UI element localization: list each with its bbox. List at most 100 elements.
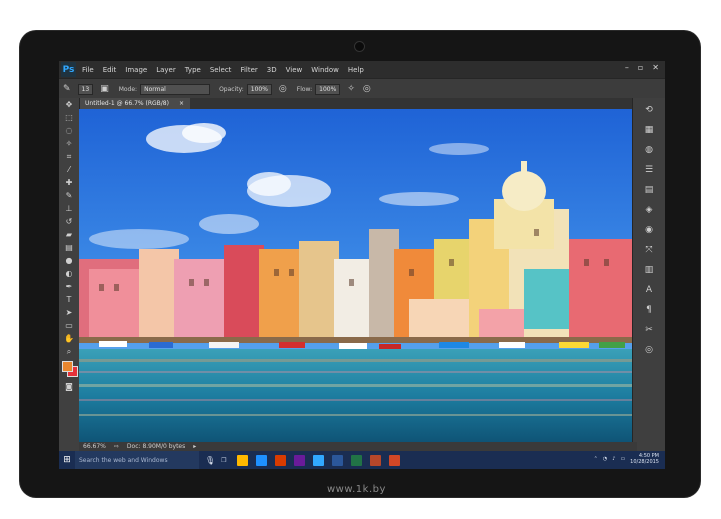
notifications-icon[interactable]: ▭: [620, 456, 625, 462]
close-button[interactable]: ✕: [652, 63, 659, 72]
shape-tool-icon[interactable]: ▭: [59, 319, 79, 332]
camera-icon: [354, 41, 365, 52]
channels-icon[interactable]: ◉: [641, 223, 657, 237]
color-icon[interactable]: ◍: [641, 143, 657, 157]
brush-tool-icon[interactable]: ✎: [59, 189, 79, 202]
pressure-opacity-icon[interactable]: ◎: [279, 84, 287, 94]
mode-select[interactable]: Normal: [140, 83, 211, 95]
hand-tool-icon[interactable]: ✋: [59, 332, 79, 345]
menu-filter[interactable]: Filter: [240, 66, 257, 74]
quick-mask-icon[interactable]: ◙: [59, 380, 79, 393]
gradient-tool-icon[interactable]: ▤: [59, 241, 79, 254]
taskbar-app-onenote[interactable]: [293, 454, 305, 466]
move-tool-icon[interactable]: ✥: [59, 98, 79, 111]
airbrush-icon[interactable]: ✧: [347, 84, 355, 94]
tools-panel: ✥ ⬚ ◌ ✧ ⌗ ⁄ ✚ ✎ ⊥ ↺ ▰ ▤ ● ◐ ✒ T ➤ ▭ ✋ ⌕ …: [59, 98, 80, 451]
crop-tool-icon[interactable]: ⌗: [59, 150, 79, 163]
windows-taskbar: ⊞ Search the web and Windows 🎙 ❐ ⌃ ◔ ♪ ▭…: [59, 451, 665, 469]
eyedropper-tool-icon[interactable]: ⁄: [59, 163, 79, 176]
eraser-tool-icon[interactable]: ▰: [59, 228, 79, 241]
lasso-tool-icon[interactable]: ◌: [59, 124, 79, 137]
microphone-icon[interactable]: 🎙: [205, 456, 215, 465]
mode-label: Mode:: [118, 85, 138, 93]
tray-up-arrow-icon[interactable]: ⌃: [594, 456, 598, 462]
brush-preset-icon[interactable]: ✎: [63, 84, 71, 94]
taskbar-clock[interactable]: 4:50 PM 10/28/2015: [630, 453, 659, 465]
menu-view[interactable]: View: [286, 66, 303, 74]
menu-file[interactable]: File: [82, 66, 94, 74]
blur-tool-icon[interactable]: ●: [59, 254, 79, 267]
menu-type[interactable]: Type: [185, 66, 201, 74]
history-icon[interactable]: ⟲: [641, 103, 657, 117]
menu-window[interactable]: Window: [311, 66, 339, 74]
taskbar-app-word[interactable]: [331, 454, 343, 466]
document-size[interactable]: Doc: 8.90M/0 bytes: [127, 443, 185, 450]
menu-image[interactable]: Image: [125, 66, 147, 74]
taskbar-app-office[interactable]: [274, 454, 286, 466]
taskbar-search-box[interactable]: Search the web and Windows: [75, 451, 199, 469]
taskbar-app-excel[interactable]: [350, 454, 362, 466]
menu-edit[interactable]: Edit: [103, 66, 117, 74]
dodge-tool-icon[interactable]: ◐: [59, 267, 79, 280]
volume-icon[interactable]: ♪: [612, 456, 615, 462]
maximize-button[interactable]: ▫: [638, 63, 643, 72]
taskbar-app-publisher[interactable]: [388, 454, 400, 466]
styles-icon[interactable]: ▤: [641, 183, 657, 197]
minimize-button[interactable]: –: [625, 63, 629, 72]
path-select-tool-icon[interactable]: ➤: [59, 306, 79, 319]
opacity-label: Opacity:: [219, 85, 244, 93]
zoom-level[interactable]: 66.67%: [83, 443, 106, 450]
color-swatches[interactable]: [59, 358, 79, 380]
right-panel-dock: ⟲ ▦ ◍ ☰ ▤ ◈ ◉ ⤧ ▥ A ¶ ✂ ◎: [632, 98, 665, 456]
paragraph-icon[interactable]: ¶: [641, 303, 657, 317]
brush-panel-icon[interactable]: ▣: [100, 84, 109, 94]
quick-select-tool-icon[interactable]: ✧: [59, 137, 79, 150]
pen-tool-icon[interactable]: ✒: [59, 280, 79, 293]
zoom-tool-icon[interactable]: ⌕: [59, 345, 79, 358]
swatches-icon[interactable]: ▦: [641, 123, 657, 137]
export-icon[interactable]: ⇨: [114, 443, 119, 450]
taskbar-app-powerpoint[interactable]: [369, 454, 381, 466]
flow-field[interactable]: 100%: [315, 83, 341, 95]
taskbar-app-explorer[interactable]: [236, 454, 248, 466]
adjustments-icon[interactable]: ☰: [641, 163, 657, 177]
character-icon[interactable]: A: [641, 283, 657, 297]
marquee-tool-icon[interactable]: ⬚: [59, 111, 79, 124]
tool-presets-icon[interactable]: ✂: [641, 323, 657, 337]
menu-select[interactable]: Select: [210, 66, 232, 74]
brush-presets-icon[interactable]: ◎: [641, 343, 657, 357]
screen: Ps File Edit Image Layer Type Select Fil…: [59, 61, 665, 469]
menu-3d[interactable]: 3D: [267, 66, 277, 74]
foreground-color-swatch[interactable]: [62, 361, 73, 372]
window-controls: – ▫ ✕: [625, 63, 659, 72]
document-tab-bar: Untitled-1 @ 66.7% (RGB/8) ×: [79, 98, 665, 109]
document-tab-title: Untitled-1 @ 66.7% (RGB/8): [85, 100, 169, 107]
taskbar-app-photoshop[interactable]: [312, 454, 324, 466]
paths-icon[interactable]: ⤧: [641, 243, 657, 257]
brush-size-field[interactable]: 13: [77, 83, 94, 95]
pressure-size-icon[interactable]: ◎: [363, 84, 371, 94]
watermark: www.1k.by: [327, 484, 386, 495]
task-view-icon[interactable]: ❐: [221, 457, 226, 464]
stamp-tool-icon[interactable]: ⊥: [59, 202, 79, 215]
close-tab-icon[interactable]: ×: [179, 100, 184, 107]
options-bar: ✎ 13 ▣ Mode: Normal Opacity: 100% ◎ Flow…: [59, 78, 665, 100]
photoshop-logo: Ps: [61, 62, 76, 77]
network-icon[interactable]: ◔: [603, 456, 607, 462]
properties-icon[interactable]: ▥: [641, 263, 657, 277]
layers-icon[interactable]: ◈: [641, 203, 657, 217]
document-tab[interactable]: Untitled-1 @ 66.7% (RGB/8) ×: [79, 98, 190, 109]
status-menu-arrow-icon[interactable]: ▸: [193, 443, 196, 450]
opacity-field[interactable]: 100%: [246, 83, 272, 95]
history-brush-tool-icon[interactable]: ↺: [59, 215, 79, 228]
document-canvas[interactable]: [79, 109, 633, 442]
menu-help[interactable]: Help: [348, 66, 364, 74]
type-tool-icon[interactable]: T: [59, 293, 79, 306]
healing-tool-icon[interactable]: ✚: [59, 176, 79, 189]
clock-date: 10/28/2015: [630, 459, 659, 465]
harbor-photo: [79, 109, 633, 442]
taskbar-app-edge[interactable]: [255, 454, 267, 466]
windows-start-icon[interactable]: ⊞: [59, 451, 75, 469]
flow-label: Flow:: [296, 85, 313, 93]
menu-layer[interactable]: Layer: [156, 66, 176, 74]
